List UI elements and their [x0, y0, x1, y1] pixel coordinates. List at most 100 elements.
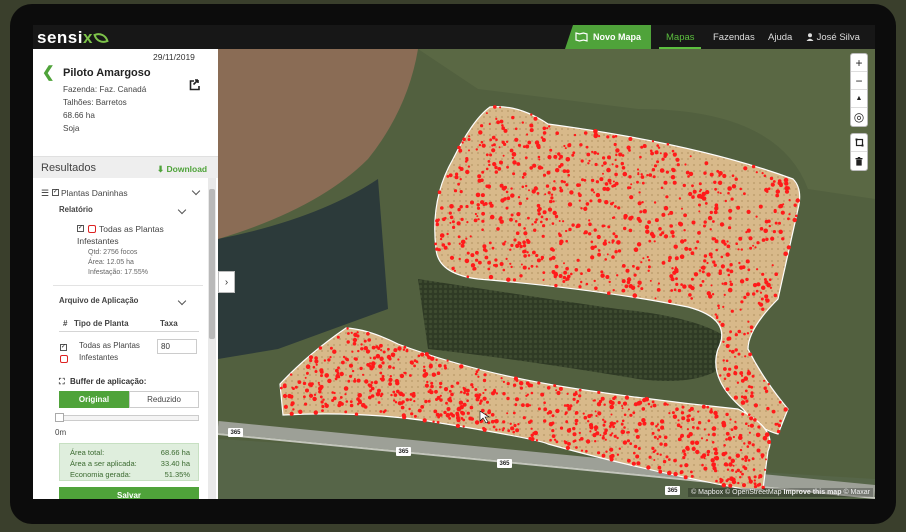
weed-point: [673, 288, 677, 291]
zoom-in-button[interactable]: +: [851, 54, 867, 72]
download-button[interactable]: ⬇ Download: [157, 164, 207, 175]
weed-point: [682, 449, 686, 453]
road-sign-365: 365: [228, 428, 243, 437]
weed-point: [583, 131, 588, 135]
weed-point: [618, 447, 621, 450]
weed-point: [623, 413, 627, 417]
layer-checkbox[interactable]: ✓: [52, 189, 59, 196]
buffer-original-option[interactable]: Original: [59, 391, 129, 408]
weed-point: [696, 240, 700, 244]
weed-point: [451, 220, 455, 224]
weed-point: [494, 170, 498, 174]
weed-point: [708, 252, 713, 257]
weed-point: [756, 241, 760, 245]
buffer-slider-handle[interactable]: [55, 413, 64, 422]
user-menu[interactable]: José Silva: [806, 32, 860, 43]
compass-icon[interactable]: ▲: [851, 90, 867, 108]
improve-map-link[interactable]: Improve this map: [784, 489, 842, 496]
weed-point: [348, 363, 354, 368]
weed-point: [594, 440, 597, 443]
save-button[interactable]: Salvar: [59, 487, 199, 499]
weed-point: [392, 366, 395, 370]
weed-point: [518, 241, 522, 246]
buffer-slider[interactable]: [57, 415, 199, 421]
back-arrow-icon[interactable]: ❮: [42, 63, 55, 81]
trash-icon[interactable]: [851, 152, 867, 170]
weed-point: [580, 280, 583, 284]
weed-point: [380, 392, 384, 396]
map-canvas[interactable]: [218, 49, 875, 499]
weed-point: [544, 193, 547, 196]
weed-point: [663, 234, 669, 239]
weed-point: [417, 408, 422, 413]
weed-point: [625, 268, 630, 273]
relatorio-checkbox[interactable]: ✓: [77, 225, 84, 232]
weed-point: [739, 279, 745, 284]
weed-point: [623, 216, 627, 220]
nav-ajuda[interactable]: Ajuda: [768, 32, 792, 43]
nav-mapas[interactable]: Mapas: [666, 32, 695, 43]
weed-point: [617, 401, 621, 405]
weed-point: [514, 403, 518, 406]
weed-point: [627, 431, 630, 434]
weed-point: [663, 205, 669, 211]
weed-point: [505, 257, 508, 260]
weed-point: [616, 436, 619, 440]
weed-point: [673, 244, 678, 249]
arquivo-row-checkbox[interactable]: ✓: [60, 344, 67, 351]
collapse-sidebar-button[interactable]: ›: [218, 271, 235, 293]
weed-point: [536, 203, 541, 208]
weed-point: [715, 479, 718, 483]
weed-point: [572, 432, 577, 437]
draw-polygon-icon[interactable]: [851, 134, 867, 152]
buffer-reduzido-option[interactable]: Reduzido: [129, 391, 199, 408]
weed-point: [628, 175, 632, 179]
novo-mapa-button[interactable]: Novo Mapa: [565, 25, 651, 49]
weed-point: [726, 268, 730, 272]
weed-point: [312, 365, 316, 369]
chevron-down-icon[interactable]: [191, 186, 201, 196]
weed-point: [724, 451, 728, 455]
weed-point: [774, 422, 778, 426]
drag-handle-icon[interactable]: ☰: [41, 188, 49, 199]
relatorio-chevron-icon[interactable]: [177, 205, 187, 215]
scrollbar-thumb[interactable]: [209, 189, 215, 339]
share-icon[interactable]: [189, 79, 201, 91]
cultura-text: Soja: [63, 124, 80, 133]
arquivo-chevron-icon[interactable]: [177, 296, 187, 306]
weed-point: [725, 387, 730, 392]
weed-point: [579, 143, 583, 147]
taxa-input[interactable]: 80: [157, 339, 197, 354]
weed-point: [594, 410, 597, 413]
weed-point: [586, 152, 591, 157]
weed-point: [649, 231, 655, 237]
weed-point: [509, 262, 512, 265]
weed-point: [309, 358, 313, 363]
weed-point: [572, 397, 576, 401]
arquivo-row-label-1: Todas as Plantas: [79, 341, 140, 350]
weed-point: [633, 402, 638, 407]
satellite-map[interactable]: 365 365 365 365 › + − ▲ ◎ © Mapbox © Ope…: [218, 49, 875, 499]
weed-point: [729, 330, 732, 334]
weed-point: [444, 216, 447, 220]
weed-point: [493, 105, 497, 109]
weed-point: [616, 240, 621, 245]
weed-point: [496, 120, 500, 125]
weed-point: [565, 266, 569, 271]
zoom-out-button[interactable]: −: [851, 72, 867, 90]
weed-point: [565, 420, 568, 423]
weed-point: [464, 258, 470, 264]
locate-icon[interactable]: ◎: [851, 108, 867, 126]
sensix-logo[interactable]: sensix: [37, 28, 109, 48]
weed-point: [344, 410, 348, 414]
weed-point: [409, 398, 412, 401]
weed-point: [774, 221, 778, 225]
weed-point: [669, 274, 674, 279]
weed-point: [665, 170, 669, 174]
weed-point: [353, 357, 357, 361]
chevron-right-icon: ›: [224, 276, 229, 288]
nav-fazendas[interactable]: Fazendas: [713, 32, 755, 43]
weed-point: [527, 420, 532, 424]
weed-point: [531, 125, 534, 128]
weed-point: [745, 422, 748, 426]
